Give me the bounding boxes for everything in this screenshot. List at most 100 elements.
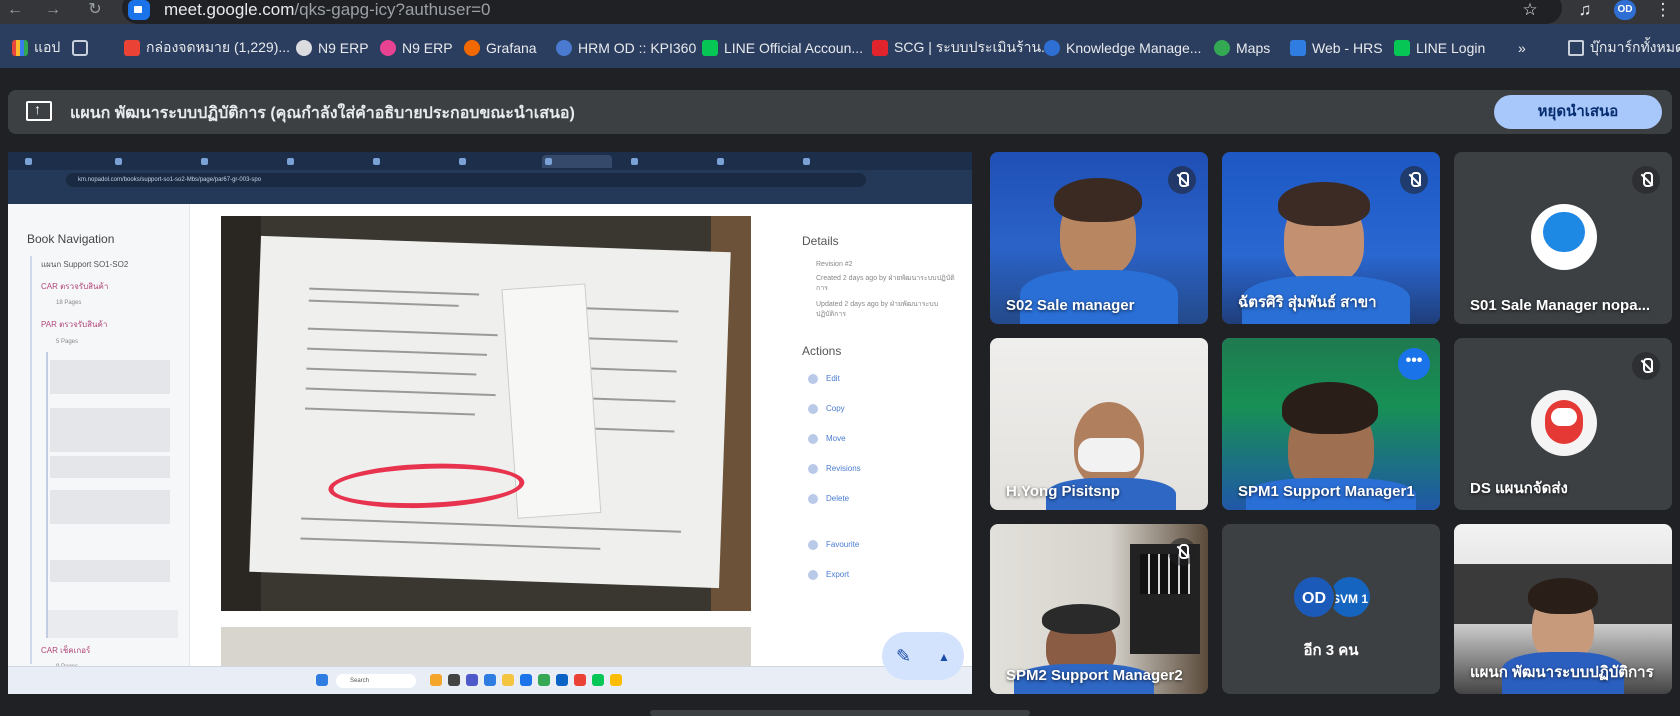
meet-site-icon[interactable] <box>128 0 150 20</box>
action-delete: Delete <box>826 494 850 503</box>
receipt-paper <box>249 235 731 589</box>
all-bookmarks-icon <box>72 40 88 56</box>
bookmark-maps[interactable]: Maps <box>1214 38 1270 58</box>
shared-url: km.nopadol.com/books/support-so1-so2-Mbs… <box>66 173 866 187</box>
taskbar-app-icon <box>466 674 478 686</box>
others-tile[interactable]: OD SVM 1 อีก 3 คน <box>1222 524 1440 694</box>
revisions-icon <box>808 464 818 474</box>
media-control-icon[interactable]: ♫ <box>1574 0 1596 20</box>
reload-icon[interactable]: ↻ <box>84 0 106 22</box>
km-page: Book Navigation แผนก Support SO1-SO2 CAR… <box>8 204 972 670</box>
nav-item: แผนก Support SO1-SO2 <box>41 260 129 269</box>
taskbar-app-icon <box>592 674 604 686</box>
receipt-line <box>307 347 488 356</box>
edit-icon <box>808 374 818 384</box>
nav-page-item <box>50 408 170 452</box>
bookmark-line-official[interactable]: LINE Official Accoun... <box>702 38 863 58</box>
forward-icon[interactable]: → <box>42 0 64 22</box>
browser-toolbar: ← → ↻ meet.google.com/qks-gapg-icy?authu… <box>0 0 1680 24</box>
bookmark-n9-erp-1[interactable]: N9 ERP <box>296 38 369 58</box>
participant-name: DS แผนกจัดส่ง <box>1470 480 1568 497</box>
shared-tab <box>456 155 526 168</box>
receipt-line <box>304 407 475 416</box>
others-avatar: OD <box>1292 575 1336 619</box>
bookmark-knowledge[interactable]: Knowledge Manage... <box>1044 38 1201 58</box>
back-icon[interactable]: ← <box>4 0 26 22</box>
shared-screen: km.nopadol.com/books/support-so1-so2-Mbs… <box>8 152 972 694</box>
hrs-icon <box>1290 40 1306 56</box>
action-move: Move <box>826 434 846 443</box>
bookmark-line-login[interactable]: LINE Login <box>1394 38 1485 58</box>
participant-name: SPM2 Support Manager2 <box>1006 667 1183 684</box>
present-screen-icon <box>26 101 52 121</box>
shared-tab <box>800 155 870 168</box>
nav-active-page <box>48 610 178 638</box>
bookmark-grafana[interactable]: Grafana <box>464 38 537 58</box>
bookmarks-overflow-button[interactable]: » <box>1518 38 1526 58</box>
more-options-button[interactable]: ••• <box>1398 348 1430 380</box>
hrm-icon <box>556 40 572 56</box>
url-text[interactable]: meet.google.com/qks-gapg-icy?authuser=0 <box>164 0 491 20</box>
participant-tile[interactable]: S01 Sale Manager nopa... <box>1454 152 1672 324</box>
scg-icon <box>872 40 888 56</box>
action-edit: Edit <box>826 374 840 383</box>
taskbar-app-icon <box>574 674 586 686</box>
others-count: อีก 3 คน <box>1303 642 1359 659</box>
participant-avatar <box>1531 204 1597 270</box>
participant-hair <box>1042 604 1120 634</box>
nav-page-count: 5 Pages <box>56 339 79 345</box>
participant-tile[interactable]: S02 Sale manager <box>990 152 1208 324</box>
participant-hair <box>1278 182 1370 226</box>
shared-tab <box>628 155 698 168</box>
participant-tile[interactable]: ฉัตรศิริ สุ่มพันธ์ สาขา <box>1222 152 1440 324</box>
globe-icon <box>296 40 312 56</box>
taskbar-search: Search <box>336 674 416 688</box>
nav-page-count: 18 Pages <box>56 300 82 306</box>
bookmark-web-hrs[interactable]: Web - HRS <box>1290 38 1383 58</box>
participant-name: ฉัตรศิริ สุ่มพันธ์ สาขา <box>1238 294 1377 311</box>
participant-tile[interactable]: แผนก พัฒนาระบบปฏิบัติการ <box>1454 524 1672 694</box>
apps-grid-icon <box>12 40 28 56</box>
action-revisions: Revisions <box>826 464 861 473</box>
bookmark-all-apps[interactable] <box>72 38 88 58</box>
participant-hair <box>1528 578 1598 614</box>
mic-muted-icon <box>1400 166 1428 194</box>
all-bookmarks-folder[interactable]: บุ๊กมาร์กทั้งหมด <box>1568 38 1680 58</box>
bookmark-hrm[interactable]: HRM OD :: KPI360 <box>556 38 696 58</box>
annotation-toolbar-button[interactable]: ✎ ▲ <box>882 632 964 680</box>
bookmark-star-icon[interactable]: ☆ <box>1519 0 1541 20</box>
favourite-icon <box>808 540 818 550</box>
taskbar-app-icon <box>484 674 496 686</box>
detail-updated: Updated 2 days ago by ฝ่ายพัฒนาระบบปฏิบั… <box>816 301 939 318</box>
detail-created: Created 2 days ago by ฝ่ายพัฒนาระบบปฏิบั… <box>816 275 955 292</box>
participant-tile-speaking[interactable]: ••• SPM1 Support Manager1 <box>1222 338 1440 510</box>
n9-icon <box>380 40 396 56</box>
taskbar-app-icon <box>502 674 514 686</box>
participant-tile[interactable]: DS แผนกจัดส่ง <box>1454 338 1672 510</box>
windows-start-icon <box>316 674 328 686</box>
receipt-line <box>300 537 601 550</box>
shared-tab <box>284 155 354 168</box>
detail-revision: Revision #2 <box>816 261 853 268</box>
action-export: Export <box>826 570 850 579</box>
line-icon <box>1394 40 1410 56</box>
participant-tile[interactable]: SPM2 Support Manager2 <box>990 524 1208 694</box>
stop-presenting-button[interactable]: หยุดนำเสนอ <box>1494 95 1662 129</box>
bookmark-apps[interactable]: แอป <box>12 38 60 58</box>
participant-name: H.Yong Pisitsnp <box>1006 483 1120 500</box>
taskbar-app-icon <box>520 674 532 686</box>
profile-avatar[interactable]: OD <box>1614 0 1636 20</box>
shared-address-bar: km.nopadol.com/books/support-so1-so2-Mbs… <box>8 170 972 190</box>
bookmark-gmail[interactable]: กล่องจดหมาย (1,229)... <box>124 38 290 58</box>
participant-tile[interactable]: H.Yong Pisitsnp <box>990 338 1208 510</box>
receipt-line <box>308 299 459 307</box>
shared-tab <box>370 155 440 168</box>
participant-name: แผนก พัฒนาระบบปฏิบัติการ <box>1470 664 1654 681</box>
mic-muted-icon <box>1168 538 1196 566</box>
receipt-line <box>305 387 496 397</box>
bookmark-scg[interactable]: SCG | ระบบประเมินร้าน... <box>872 38 1053 58</box>
browser-menu-icon[interactable]: ⋮ <box>1652 0 1674 20</box>
bookmark-n9-erp-2[interactable]: N9 ERP <box>380 38 453 58</box>
book-navigation-title: Book Navigation <box>27 232 115 246</box>
nav-page-item <box>50 490 170 524</box>
